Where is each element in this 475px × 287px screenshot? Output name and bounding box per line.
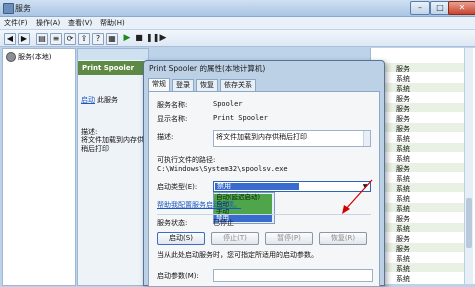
pane-header: [78, 49, 148, 60]
properties-dialog: Print Spooler 的属性(本地计算机) 常规 登录 恢复 依存关系 服…: [143, 60, 385, 287]
startup-type-selected: 禁用: [215, 183, 299, 190]
start-params-hint: 当从此处启动服务时，您可指定所适用的启动参数。: [157, 251, 318, 259]
row-stripe: [371, 243, 467, 252]
start-service-link[interactable]: 启动: [81, 95, 95, 105]
properties-icon[interactable]: ▦: [106, 33, 118, 45]
console-tree: 服务(本地): [2, 48, 76, 286]
row-stripe: [371, 183, 467, 192]
list-item[interactable]: 系统: [396, 204, 410, 214]
back-icon[interactable]: ◀: [4, 33, 16, 45]
description-field[interactable]: 将文件加载到内存供稍后打印: [213, 130, 371, 147]
menu-view[interactable]: 查看(V): [68, 18, 92, 28]
tab-recovery[interactable]: 恢复: [196, 79, 218, 91]
description-field-text: 将文件加载到内存供稍后打印: [216, 133, 307, 141]
menu-action[interactable]: 操作(A): [36, 18, 60, 28]
stop-button[interactable]: 停止(T): [211, 232, 259, 245]
description-field-label: 描述:: [157, 133, 174, 141]
start-service-link-suffix: 此服务: [97, 96, 118, 104]
help-configure-link[interactable]: 帮助我配置服务启动选项。: [157, 200, 241, 210]
row-stripe: [371, 143, 467, 152]
start-params-label: 启动参数(M):: [157, 272, 199, 280]
window-title: 服务: [15, 4, 31, 13]
help-icon[interactable]: ?: [92, 33, 104, 45]
list-icon[interactable]: ≡: [50, 33, 62, 45]
display-name-value: Print Spooler: [213, 114, 268, 122]
tab-general[interactable]: 常规: [148, 78, 170, 91]
close-button[interactable]: ✕: [448, 1, 475, 15]
divider: [157, 214, 371, 215]
service-name-value: Spooler: [213, 100, 243, 108]
list-item[interactable]: 系统: [396, 184, 410, 194]
start-service-icon[interactable]: ▶: [122, 33, 132, 43]
export-icon[interactable]: ⇪: [78, 33, 90, 45]
forward-icon[interactable]: ▶: [18, 33, 30, 45]
maximize-button[interactable]: □: [430, 1, 450, 15]
row-stripe: [371, 163, 467, 172]
row-stripe: [371, 223, 467, 232]
description-scrollbar[interactable]: [363, 131, 370, 146]
dialog-title: Print Spooler 的属性(本地计算机): [149, 64, 266, 73]
row-stripe: [371, 263, 467, 272]
service-name-label: 服务名称:: [157, 101, 188, 109]
menu-file[interactable]: 文件(F): [4, 18, 28, 28]
list-item[interactable]: 系统: [396, 224, 410, 234]
gear-icon: [6, 52, 16, 62]
description-text: 将文件加载到内存供稍后打印: [81, 136, 144, 153]
list-item[interactable]: 服务: [396, 244, 410, 254]
list-item[interactable]: 服务: [396, 164, 410, 174]
list-item[interactable]: 系统: [396, 144, 410, 154]
services-list: 服务 系统 系统 服务 服务 服务 服务 系统 系统 系统 服务 系统 系统 系统 系统 服务 系统 服务 服务 系统…: [370, 48, 475, 284]
restart-service-icon[interactable]: ▶: [158, 33, 168, 43]
scrollbar-thumb[interactable]: [466, 198, 472, 248]
row-stripe: [371, 83, 467, 92]
tree-node-services-local[interactable]: 服务(本地): [6, 52, 51, 62]
row-stripe: [371, 63, 467, 72]
row-stripe: [371, 103, 467, 112]
toolbar: ◀ ▶ ▤ ≡ ⟳ ⇪ ? ▦ ▶ ■ ❚❚ ▶: [0, 30, 475, 47]
list-item[interactable]: 服务: [396, 124, 410, 134]
selected-service-name: Print Spooler: [78, 61, 148, 75]
stop-service-icon[interactable]: ■: [134, 33, 144, 43]
minimize-button[interactable]: –: [410, 1, 430, 15]
menu-bar: 文件(F) 操作(A) 查看(V) 帮助(H): [0, 17, 475, 29]
services-icon: [3, 3, 14, 14]
general-tab-panel: 服务名称: Spooler 显示名称: Print Spooler 描述: 将文…: [148, 91, 380, 287]
service-status-value: 已停止: [213, 219, 234, 227]
list-item[interactable]: 系统: [396, 84, 410, 94]
row-stripe: [371, 203, 467, 212]
window-titlebar: 服务 – □ ✕: [0, 0, 475, 17]
console-tree-icon[interactable]: ▤: [36, 33, 48, 45]
service-status-label: 服务状态:: [157, 219, 188, 227]
chevron-down-icon[interactable]: ▼: [361, 182, 369, 191]
tree-node-label: 服务(本地): [18, 53, 52, 61]
list-scrollbar[interactable]: [464, 48, 473, 284]
tab-dependencies[interactable]: 依存关系: [220, 79, 256, 91]
menu-help[interactable]: 帮助(H): [100, 18, 125, 28]
tab-logon[interactable]: 登录: [172, 79, 194, 91]
list-item[interactable]: 系统: [396, 264, 410, 274]
list-item[interactable]: 系统: [396, 274, 410, 284]
service-description-pane: Print Spooler 启动 此服务 描述: 将文件加载到内存供稍后打印: [77, 48, 149, 286]
display-name-label: 显示名称:: [157, 115, 188, 123]
exe-path-value: C:\Windows\System32\spoolsv.exe: [157, 165, 288, 173]
exe-path-label: 可执行文件的路径:: [157, 156, 216, 164]
pause-button[interactable]: 暂停(P): [265, 232, 313, 245]
start-params-input[interactable]: [213, 269, 373, 282]
row-stripe: [371, 123, 467, 132]
resume-button[interactable]: 恢复(R): [319, 232, 367, 245]
list-item[interactable]: 服务: [396, 64, 410, 74]
startup-type-label: 启动类型(E):: [157, 183, 198, 191]
startup-type-select[interactable]: 禁用 ▼: [213, 181, 371, 192]
refresh-icon[interactable]: ⟳: [64, 33, 76, 45]
pause-service-icon[interactable]: ❚❚: [146, 33, 159, 43]
list-item[interactable]: 服务: [396, 104, 410, 114]
start-button[interactable]: 启动(S): [157, 232, 205, 245]
